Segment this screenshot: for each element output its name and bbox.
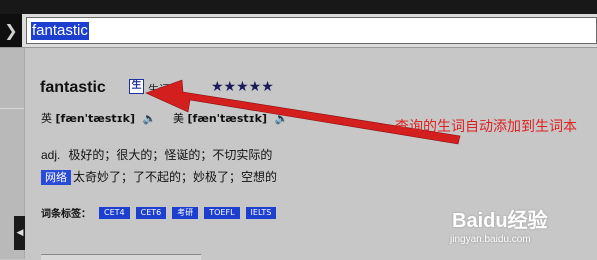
watermark: Baidu经验 jingyan.baidu.com (450, 204, 548, 245)
definition-text: 极好的；很大的；怪诞的；不切实际的 (68, 148, 273, 162)
web-definition-line: 网络 太奇妙了；了不起的；妙极了；空想的 (41, 168, 277, 185)
tags-label: 词条标签： (41, 209, 91, 220)
watermark-url: jingyan.baidu.com (450, 234, 531, 245)
bottom-tab[interactable] (41, 254, 201, 260)
ipa-us: [fæn'tæstɪk] (187, 112, 267, 125)
search-bar: ❯ fantastic (0, 14, 597, 48)
part-of-speech: adj. (41, 148, 61, 162)
tag-ielts[interactable]: IELTS (245, 206, 277, 219)
wordbook-label[interactable]: 生词本 (148, 81, 181, 97)
web-badge: 网络 (41, 170, 71, 185)
region-label-us: 美 (173, 112, 184, 125)
book-icon[interactable]: 生 (129, 79, 144, 94)
annotation-text: 查询的生词自动添加到生词本 (395, 119, 577, 135)
search-query-selected[interactable]: fantastic (31, 22, 89, 40)
ipa-uk: [fæn'tæstɪk] (55, 112, 135, 125)
tags-row: 词条标签： CET4 CET6 考研 TOEFL IELTS (41, 205, 282, 220)
tag-toefl[interactable]: TOEFL (204, 206, 240, 219)
search-input[interactable]: fantastic (26, 17, 597, 44)
window-top-band (0, 0, 597, 14)
rating-stars: ★★★★★ (211, 79, 274, 95)
web-definition-text: 太奇妙了；了不起的；妙极了；空想的 (73, 170, 278, 184)
headword: fantastic (40, 79, 106, 96)
speaker-icon[interactable]: 🔈 (142, 112, 156, 125)
tag-cet6[interactable]: CET6 (135, 206, 167, 219)
region-label-uk: 英 (41, 112, 52, 125)
tag-kaoyan[interactable]: 考研 (172, 206, 199, 219)
tag-cet4[interactable]: CET4 (99, 206, 130, 219)
speaker-icon[interactable]: 🔈 (274, 112, 288, 125)
definition-line: adj. 极好的；很大的；怪诞的；不切实际的 (41, 146, 272, 163)
watermark-logo: Baidu经验 (452, 210, 548, 232)
pronunciation-us: 美 [fæn'tæstɪk] 🔈 (173, 110, 288, 126)
pronunciation-uk: 英 [fæn'tæstɪk] 🔈 (41, 110, 156, 126)
chevron-right-icon[interactable]: ❯ (0, 14, 22, 47)
